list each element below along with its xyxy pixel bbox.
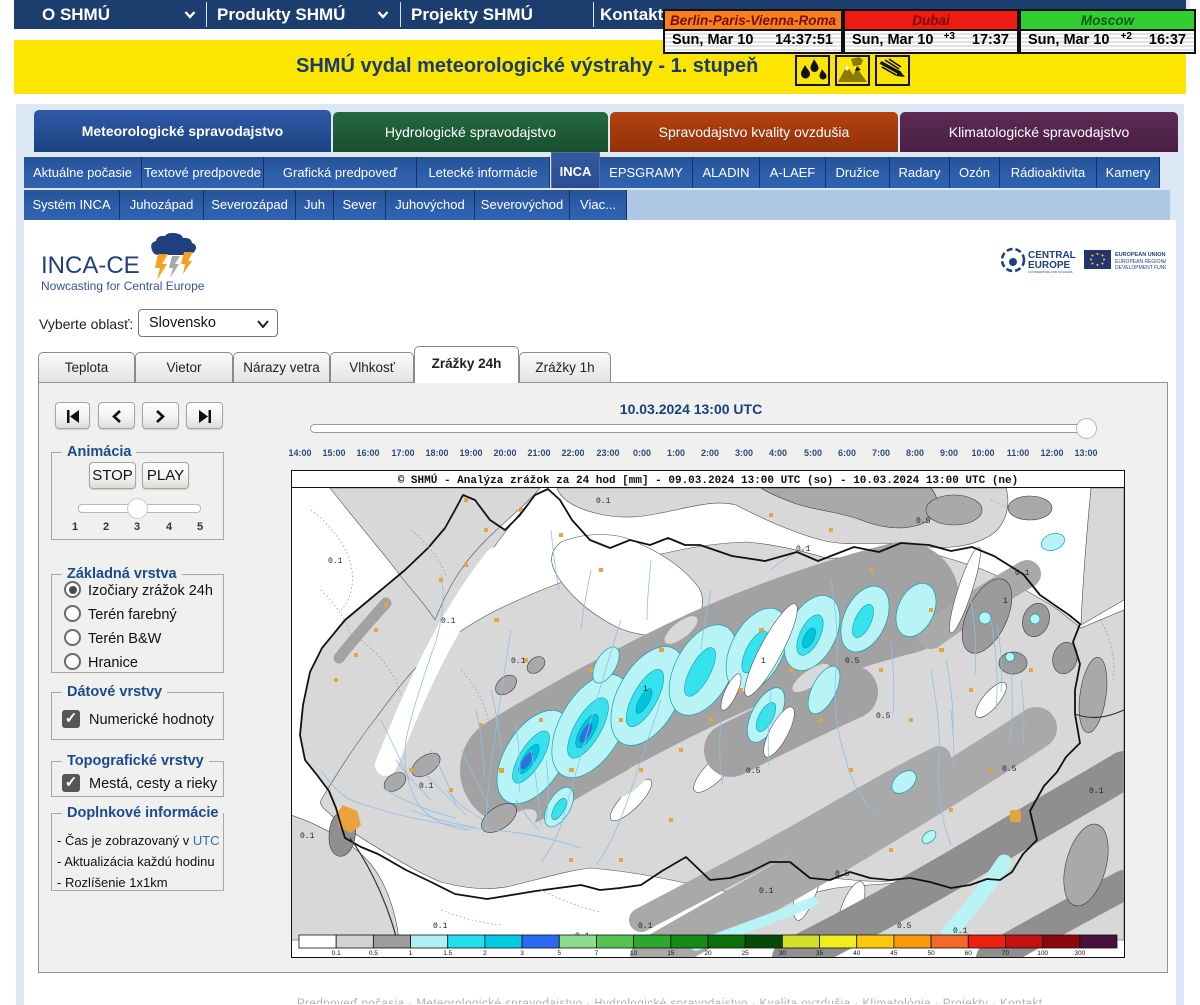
svg-text:25: 25 — [742, 950, 750, 957]
svg-text:30: 30 — [779, 950, 787, 957]
svg-text:0.1: 0.1 — [759, 887, 774, 896]
svg-text:0.1: 0.1 — [300, 832, 315, 841]
svg-text:50: 50 — [927, 950, 935, 957]
svg-text:2: 2 — [483, 950, 487, 957]
svg-text:DEVELOPMENT FUND: DEVELOPMENT FUND — [1115, 265, 1166, 271]
svg-text:7: 7 — [595, 950, 599, 957]
svg-text:0.5: 0.5 — [369, 950, 378, 957]
svg-text:300: 300 — [1074, 950, 1085, 957]
svg-text:0.5: 0.5 — [916, 517, 931, 526]
svg-text:60: 60 — [965, 950, 973, 957]
svg-text:5: 5 — [557, 950, 561, 957]
svg-text:1.5: 1.5 — [443, 950, 452, 957]
svg-text:1: 1 — [643, 685, 648, 694]
svg-text:1: 1 — [761, 657, 766, 666]
svg-text:0.1: 0.1 — [1015, 569, 1030, 578]
svg-text:EUROPEAN UNION: EUROPEAN UNION — [1115, 252, 1165, 258]
svg-text:35: 35 — [816, 950, 824, 957]
svg-text:70: 70 — [1002, 950, 1010, 957]
svg-text:0.5: 0.5 — [845, 657, 860, 666]
svg-text:0.1: 0.1 — [328, 557, 343, 566]
svg-text:0.1: 0.1 — [638, 922, 653, 931]
svg-text:45: 45 — [890, 950, 898, 957]
svg-text:0.1: 0.1 — [419, 782, 434, 791]
svg-text:0.1: 0.1 — [1089, 787, 1104, 796]
svg-text:0.1: 0.1 — [596, 497, 611, 506]
svg-text:100: 100 — [1037, 950, 1048, 957]
svg-text:40: 40 — [853, 950, 861, 957]
svg-text:1: 1 — [409, 950, 413, 957]
svg-text:0.1: 0.1 — [332, 950, 341, 957]
svg-text:0.5: 0.5 — [835, 870, 850, 879]
svg-text:3: 3 — [520, 950, 524, 957]
svg-text:20: 20 — [704, 950, 712, 957]
svg-text:0.5: 0.5 — [897, 922, 912, 931]
svg-text:10: 10 — [630, 950, 638, 957]
svg-text:0.1: 0.1 — [511, 657, 526, 666]
svg-text:0.1: 0.1 — [796, 545, 811, 554]
svg-text:COOPERATING FOR SUCCESS: COOPERATING FOR SUCCESS — [1028, 270, 1072, 274]
svg-text:0.5: 0.5 — [746, 767, 761, 776]
svg-text:0.5: 0.5 — [876, 712, 891, 721]
svg-text:0.1: 0.1 — [441, 617, 456, 626]
svg-text:0.1: 0.1 — [433, 922, 448, 931]
svg-text:© SHMÚ - Analýza zrážok za 24: © SHMÚ - Analýza zrážok za 24 hod [mm] -… — [398, 473, 1019, 487]
svg-text:15: 15 — [667, 950, 675, 957]
svg-text:0.5: 0.5 — [1002, 765, 1017, 774]
svg-text:1: 1 — [1003, 597, 1008, 606]
